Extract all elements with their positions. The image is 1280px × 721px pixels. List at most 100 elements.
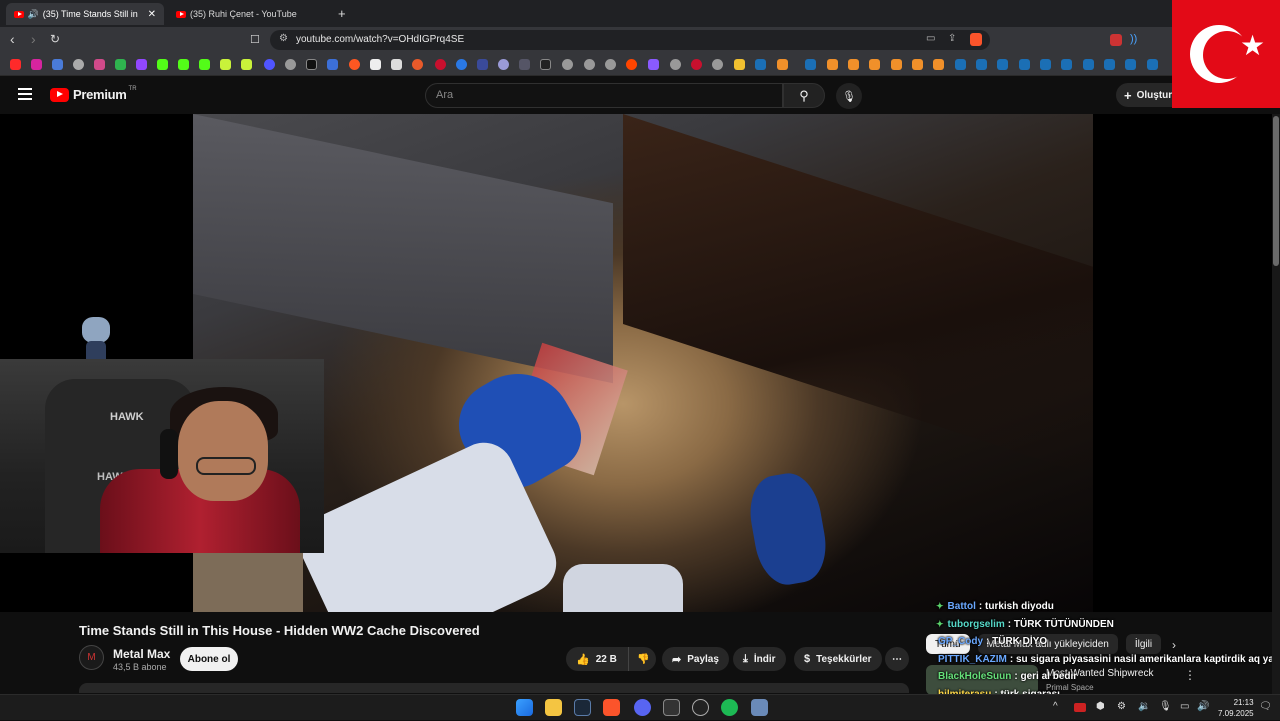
brave-browser-icon[interactable] — [603, 699, 620, 716]
bookmark-app-icon[interactable] — [933, 59, 944, 70]
tab-ruhi[interactable]: (35) Ruhi Çenet - YouTube — [168, 3, 328, 25]
tray-chevron-up-icon[interactable]: ^ — [1053, 701, 1058, 712]
bookmark-globe-icon[interactable] — [584, 59, 595, 70]
file-explorer-icon[interactable] — [545, 699, 562, 716]
bookmark-mail-icon[interactable] — [94, 59, 105, 70]
bookmark-youtube-icon[interactable] — [10, 59, 21, 70]
app-icon[interactable] — [751, 699, 768, 716]
share-button[interactable]: ➦ Paylaş — [662, 647, 729, 671]
bookmark-app-icon[interactable] — [477, 59, 488, 70]
brave-shield-icon[interactable] — [970, 33, 982, 46]
app-icon[interactable] — [663, 699, 680, 716]
bookmark-app-icon[interactable] — [777, 59, 788, 70]
bookmark-app-icon[interactable] — [540, 59, 551, 70]
site-info-icon[interactable]: ⚙ — [279, 33, 288, 44]
close-tab-icon[interactable]: ✕ — [148, 9, 156, 20]
bookmark-steam-icon[interactable] — [1083, 59, 1094, 70]
bookmark-app-icon[interactable] — [691, 59, 702, 70]
bookmark-x-icon[interactable] — [306, 59, 317, 70]
bookmark-app-icon[interactable] — [869, 59, 880, 70]
bookmark-globe-icon[interactable] — [712, 59, 723, 70]
bookmark-steam-icon[interactable] — [805, 59, 816, 70]
channel-avatar[interactable]: M — [79, 645, 104, 670]
steam-icon[interactable] — [574, 699, 591, 716]
dislike-button[interactable]: 👎 — [628, 647, 656, 671]
subscribe-button[interactable]: Abone ol — [180, 647, 238, 671]
thanks-button[interactable]: $ Teşekkürler — [794, 647, 882, 671]
channel-name[interactable]: Metal Max — [113, 647, 170, 661]
bookmark-kick-icon[interactable] — [178, 59, 189, 70]
system-clock[interactable]: 21:13 7.09.2025 — [1218, 697, 1254, 719]
bookmark-app-icon[interactable] — [220, 59, 231, 70]
bookmark-app-icon[interactable] — [241, 59, 252, 70]
bookmark-app-icon[interactable] — [848, 59, 859, 70]
bookmark-app-icon[interactable] — [412, 59, 423, 70]
bookmark-steam-icon[interactable] — [976, 59, 987, 70]
extension-audio-icon[interactable]: )) — [1130, 33, 1137, 45]
reload-icon[interactable]: ↻ — [50, 32, 60, 46]
youtube-premium-logo[interactable]: Premium TR — [50, 86, 137, 102]
tray-speaker-icon[interactable]: 🔊 — [1197, 701, 1209, 712]
cast-icon[interactable]: ▭ — [926, 33, 935, 44]
search-button[interactable]: ⚲ — [783, 83, 825, 108]
notification-icon[interactable]: 🗨 — [1259, 701, 1272, 712]
bookmark-app-icon[interactable] — [370, 59, 381, 70]
scrollbar-thumb[interactable] — [1273, 116, 1279, 266]
more-actions-button[interactable]: ⋯ — [885, 647, 909, 671]
address-bar[interactable]: ⚙ youtube.com/watch?v=OHdIGPrq4SE ▭ ⇪ — [270, 30, 990, 50]
bookmark-steam-icon[interactable] — [955, 59, 966, 70]
page-scrollbar[interactable] — [1272, 114, 1280, 694]
bookmark-globe-icon[interactable] — [73, 59, 84, 70]
speaker-icon[interactable]: 🔊 — [28, 9, 39, 20]
bookmark-app-icon[interactable] — [349, 59, 360, 70]
bookmark-app-icon[interactable] — [827, 59, 838, 70]
hamburger-menu-icon[interactable] — [18, 88, 32, 100]
search-input[interactable] — [436, 89, 766, 101]
video-player[interactable]: HAWK HAWK — [0, 114, 1272, 612]
bookmark-globe-icon[interactable] — [605, 59, 616, 70]
bookmark-app-icon[interactable] — [648, 59, 659, 70]
extension-icon[interactable] — [1110, 34, 1122, 46]
bookmark-steam-icon[interactable] — [1061, 59, 1072, 70]
bookmark-globe-icon[interactable] — [670, 59, 681, 70]
spotify-icon[interactable] — [721, 699, 738, 716]
bookmark-icon[interactable]: ☐ — [250, 33, 260, 46]
windows-start-icon[interactable] — [516, 699, 533, 716]
tray-app-icon[interactable] — [1074, 703, 1086, 712]
bookmark-steam-icon[interactable] — [997, 59, 1008, 70]
download-button[interactable]: ⤓ İndir — [733, 647, 786, 671]
obs-icon[interactable] — [692, 699, 709, 716]
bookmark-reddit-icon[interactable] — [626, 59, 637, 70]
bookmark-app-icon[interactable] — [285, 59, 296, 70]
new-tab-button[interactable]: + — [338, 6, 346, 21]
bookmark-globe-icon[interactable] — [562, 59, 573, 70]
share-icon[interactable]: ⇪ — [948, 33, 956, 44]
voice-search-button[interactable]: 🎙 — [836, 83, 862, 109]
bookmark-steam-icon[interactable] — [1147, 59, 1158, 70]
bookmark-drive-icon[interactable] — [115, 59, 126, 70]
bookmark-amazon-icon[interactable] — [391, 59, 402, 70]
bookmark-app-icon[interactable] — [264, 59, 275, 70]
bookmark-app-icon[interactable] — [456, 59, 467, 70]
bookmark-app-icon[interactable] — [498, 59, 509, 70]
tray-network-icon[interactable]: ▭ — [1180, 701, 1189, 712]
bookmark-instagram-icon[interactable] — [31, 59, 42, 70]
bookmark-app-icon[interactable] — [891, 59, 902, 70]
tab-video[interactable]: 🔊 (35) Time Stands Still in This H ✕ — [6, 3, 164, 25]
bookmark-steam-icon[interactable] — [1104, 59, 1115, 70]
description-box[interactable] — [79, 683, 909, 693]
forward-icon[interactable]: › — [31, 31, 36, 47]
bookmark-steam-icon[interactable] — [1019, 59, 1030, 70]
bookmark-app-icon[interactable] — [912, 59, 923, 70]
bookmark-kick-icon[interactable] — [157, 59, 168, 70]
back-icon[interactable]: ‹ — [10, 31, 15, 47]
like-button[interactable]: 👍 22 B — [566, 647, 628, 671]
discord-icon[interactable] — [634, 699, 651, 716]
bookmark-kick-icon[interactable] — [199, 59, 210, 70]
bookmark-folder-icon[interactable] — [734, 59, 745, 70]
bookmark-app-icon[interactable] — [327, 59, 338, 70]
bookmark-app-icon[interactable] — [435, 59, 446, 70]
tray-volume-icon[interactable]: 🔉 — [1138, 701, 1150, 712]
tray-microphone-icon[interactable]: 🎙 — [1159, 701, 1172, 712]
search-box[interactable] — [425, 83, 783, 108]
